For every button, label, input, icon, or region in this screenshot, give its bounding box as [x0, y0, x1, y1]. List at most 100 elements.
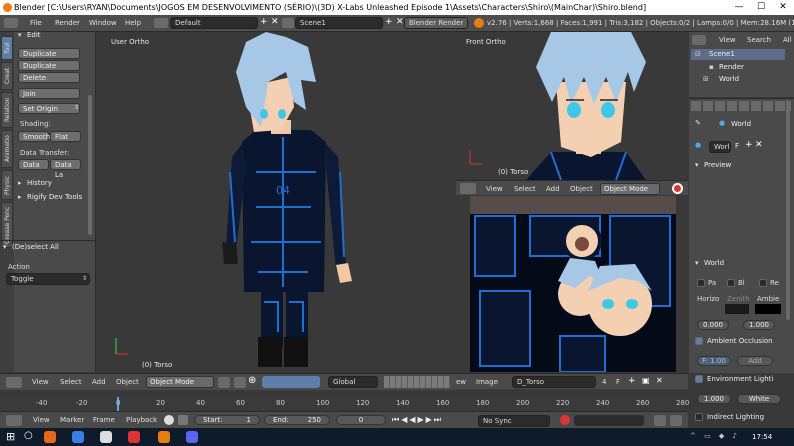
world-fake-user[interactable]: F — [735, 142, 739, 150]
paper-sky-checkbox[interactable] — [697, 279, 705, 287]
character-model[interactable]: 04 — [96, 32, 455, 372]
layout-icon[interactable] — [154, 18, 168, 28]
world-remove-icon[interactable]: ✕ — [755, 140, 763, 150]
data-layout-button[interactable]: Data La — [50, 159, 81, 179]
outliner-menu-search[interactable]: Search — [747, 36, 771, 44]
world-panel-header[interactable]: World — [704, 259, 724, 267]
blender-taskbar-icon[interactable] — [158, 431, 170, 443]
tab-create[interactable]: Creat — [1, 62, 13, 90]
view3d-menu-object[interactable]: Object — [116, 378, 139, 386]
viewport-front-ortho[interactable]: Front Ortho (0) Torso — [456, 32, 688, 180]
outliner-expand-icon[interactable]: ⊟ — [695, 50, 701, 58]
clock-time[interactable]: 17:54 — [752, 433, 772, 441]
minimize-button[interactable]: — — [728, 0, 750, 15]
delete-button[interactable]: Delete — [18, 72, 80, 83]
tool-shelf-scrollbar[interactable] — [88, 95, 92, 235]
exposure-value-field[interactable]: 1.000 — [743, 320, 775, 330]
image-fake-user-button[interactable]: F — [616, 378, 620, 386]
transform-orientation-select[interactable]: Global — [328, 376, 378, 388]
timeline-menu-marker[interactable]: Marker — [60, 416, 84, 424]
timeline-menu-view[interactable]: View — [33, 416, 50, 424]
layout-add-icon[interactable]: + — [260, 17, 268, 27]
info-editor-type-icon[interactable] — [4, 18, 18, 28]
properties-scrollbar[interactable] — [786, 100, 790, 320]
render-engine-select[interactable]: Blender Render — [404, 17, 468, 29]
search-icon[interactable]: ○ — [24, 430, 33, 441]
ambient-color-swatch[interactable] — [755, 304, 781, 314]
system-tray[interactable]: ^ ▭ ◆ ♪ — [690, 432, 740, 440]
discord-icon[interactable] — [186, 431, 198, 443]
front-menu-view[interactable]: View — [486, 185, 503, 193]
ao-factor-field[interactable]: F: 1.00 — [697, 356, 731, 366]
world-datablock-field[interactable]: Worl — [709, 141, 731, 153]
scene-add-icon[interactable]: + — [385, 17, 393, 27]
real-sky-checkbox[interactable] — [759, 279, 767, 287]
view3d-editor-type-icon[interactable] — [6, 377, 22, 388]
outliner-item-world[interactable]: World — [719, 75, 739, 83]
close-window-button[interactable]: ✕ — [772, 0, 794, 15]
duplicate-linked-button[interactable]: Duplicate Linked — [18, 60, 80, 80]
outliner-menu-all[interactable]: All — [783, 36, 792, 44]
operator-panel-title[interactable]: (De)select All — [12, 243, 59, 251]
delete-keyframe-icon[interactable] — [670, 415, 682, 426]
keying-set-field[interactable] — [574, 415, 644, 426]
world-add-icon[interactable]: + — [745, 140, 753, 150]
env-color-select[interactable]: White — [737, 394, 781, 404]
manipulator-modes-group[interactable] — [262, 376, 320, 388]
auto-keying-icon[interactable] — [178, 415, 188, 425]
menu-file[interactable]: File — [30, 19, 42, 27]
join-button[interactable]: Join — [18, 88, 80, 99]
history-panel-header[interactable]: History — [27, 179, 52, 187]
layout-field[interactable]: Default — [170, 17, 258, 29]
rigify-arrow-icon[interactable]: ▸ — [18, 193, 22, 201]
properties-context-tabs[interactable] — [691, 101, 791, 111]
timeline-editor-type-icon[interactable] — [6, 415, 22, 426]
tab-relations[interactable]: Relation — [1, 92, 13, 128]
history-arrow-icon[interactable]: ▸ — [18, 179, 22, 187]
smooth-button[interactable]: Smooth — [18, 131, 50, 142]
world-panel-arrow-icon[interactable]: ▾ — [695, 259, 699, 267]
image-editor[interactable] — [456, 196, 688, 372]
tab-tool[interactable]: Tool — [1, 36, 13, 60]
data-button[interactable]: Data — [18, 159, 49, 170]
duplicate-button[interactable]: Duplicate — [18, 48, 80, 59]
view3d-menu-select[interactable]: Select — [60, 378, 82, 386]
preview-range-icon[interactable] — [164, 415, 174, 425]
image-name-field[interactable]: D_Torso — [512, 376, 596, 388]
outliner-expand-world-icon[interactable]: ⊞ — [703, 75, 709, 83]
file-icon[interactable] — [100, 431, 112, 443]
tab-physics[interactable]: Physic — [1, 170, 13, 200]
outliner-item-render[interactable]: Render — [719, 63, 744, 71]
start-frame-field[interactable]: Start: 1 — [194, 415, 260, 425]
timeline-menu-frame[interactable]: Frame — [93, 416, 115, 424]
ambient-occlusion-header[interactable]: Ambient Occlusion — [707, 337, 773, 345]
firefox-icon[interactable] — [44, 431, 56, 443]
maximize-button[interactable]: ☐ — [750, 0, 772, 15]
view3d-mode-select[interactable]: Object Mode — [146, 376, 214, 388]
rigify-panel-header[interactable]: Rigify Dev Tools — [27, 193, 82, 201]
indirect-lighting-checkbox[interactable] — [695, 413, 703, 421]
image-menu-view[interactable]: ew — [456, 378, 466, 386]
front-menu-object[interactable]: Object — [570, 185, 593, 193]
character-face-model[interactable] — [456, 32, 688, 180]
viewport-shading-icon[interactable] — [218, 377, 230, 388]
environment-lighting-checkbox[interactable] — [695, 375, 703, 383]
env-energy-field[interactable]: 1.000 — [697, 394, 731, 404]
current-frame-field[interactable]: 0 — [336, 415, 386, 425]
outliner-item-scene[interactable]: Scene1 — [709, 50, 735, 58]
tab-grease-pencil[interactable]: Grease Penc — [1, 202, 13, 248]
manipulator-icon[interactable]: ⊕ — [248, 375, 256, 386]
layout-remove-icon[interactable]: ✕ — [271, 17, 279, 27]
tab-animation[interactable]: Animatio — [1, 130, 13, 168]
start-menu-icon[interactable]: ⊞ — [6, 430, 15, 443]
zenith-color-swatch[interactable] — [725, 304, 749, 314]
ambient-occlusion-checkbox[interactable] — [695, 337, 703, 345]
horizon-value-field[interactable]: 0.000 — [697, 320, 729, 330]
front-editor-type-icon[interactable] — [460, 183, 476, 194]
flat-button[interactable]: Flat — [50, 131, 81, 142]
front-menu-add[interactable]: Add — [546, 185, 560, 193]
pivot-point-icon[interactable] — [234, 377, 246, 388]
record-keyframe-icon[interactable] — [560, 415, 570, 425]
image-open-icon[interactable]: ▣ — [642, 376, 650, 385]
viewport-user-ortho[interactable]: User Ortho 04 (0) Torso — [96, 32, 455, 372]
